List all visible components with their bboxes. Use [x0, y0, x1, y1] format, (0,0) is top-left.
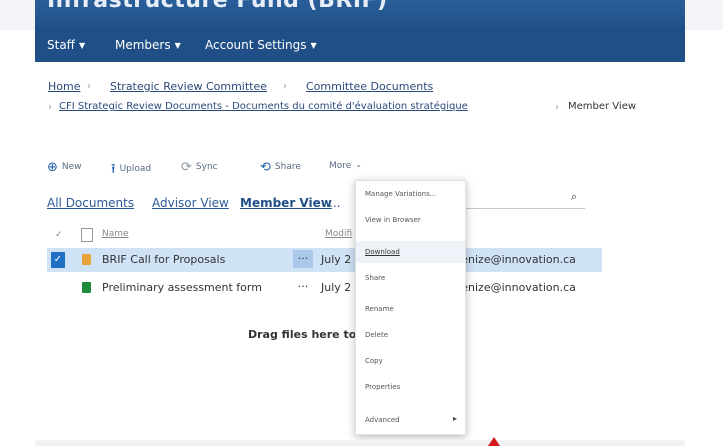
file-name[interactable]: BRIF Call for Proposals [102, 253, 225, 266]
menu-manage-variations[interactable]: Manage Variations... [356, 183, 465, 205]
top-navigation: Staff ▼ Members ▼ Account Settings ▼ [35, 30, 685, 62]
breadcrumb-cfi-documents[interactable]: CFI Strategic Review Documents - Documen… [59, 101, 468, 112]
menu-manage-variations-label: Manage Variations... [365, 190, 437, 198]
chevron-down-icon: ▼ [78, 41, 86, 50]
column-modified[interactable]: Modifi [325, 229, 352, 239]
check-icon: ✓ [55, 230, 63, 240]
nav-staff[interactable]: Staff ▼ [47, 38, 85, 52]
breadcrumb-separator: › [87, 81, 91, 92]
menu-download-label: Download [365, 248, 400, 256]
context-menu: Manage Variations... View in Browser Dow… [355, 180, 466, 435]
column-name[interactable]: Name [102, 229, 129, 239]
more-button[interactable]: More ⌄ [329, 160, 362, 171]
breadcrumb-separator: › [283, 81, 287, 92]
footer-strip [35, 440, 685, 446]
menu-share-label: Share [365, 274, 386, 282]
table-row[interactable]: Preliminary assessment form ··· July 2 J… [47, 276, 602, 300]
nav-account-settings-label: Account Settings [205, 38, 307, 52]
file-modified: July 2 [321, 281, 352, 294]
file-modified-by: Jenize@innovation.ca [458, 281, 576, 294]
check-icon[interactable]: ✓ [51, 252, 65, 268]
upload-label: Upload [119, 164, 152, 174]
file-name[interactable]: Preliminary assessment form [102, 281, 262, 294]
view-advisor[interactable]: Advisor View [152, 196, 229, 210]
views-more[interactable]: ... [329, 196, 340, 210]
share-button[interactable]: ⟲ Share [260, 160, 301, 175]
maple-leaf-icon [488, 437, 500, 446]
more-options-button[interactable]: ··· [293, 278, 313, 296]
more-label: More [329, 161, 352, 171]
menu-advanced[interactable]: Advanced ▸ [356, 409, 465, 431]
menu-properties-label: Properties [365, 383, 401, 391]
menu-rename-label: Rename [365, 305, 394, 313]
menu-share[interactable]: Share [356, 267, 465, 289]
new-button[interactable]: ⊕ New [47, 160, 82, 175]
menu-delete[interactable]: Delete [356, 324, 465, 346]
search-input[interactable]: ⌕ [465, 188, 585, 209]
menu-copy[interactable]: Copy [356, 350, 465, 372]
menu-view-in-browser-label: View in Browser [365, 216, 421, 224]
new-label: New [61, 162, 82, 172]
view-all-documents[interactable]: All Documents [47, 196, 134, 210]
excel-icon [82, 282, 91, 293]
sync-label: Sync [195, 162, 218, 172]
share-icon: ⟲ [260, 160, 271, 175]
menu-copy-label: Copy [365, 357, 383, 365]
nav-staff-label: Staff [47, 38, 75, 52]
file-modified: July 2 [321, 253, 352, 266]
menu-view-in-browser[interactable]: View in Browser [356, 209, 465, 231]
menu-download[interactable]: Download [356, 241, 465, 263]
drop-zone-hint: Drag files here to [248, 328, 357, 341]
chevron-down-icon: ▼ [174, 41, 181, 50]
upload-icon: ⭱ [111, 162, 116, 177]
sync-button[interactable]: ⟳ Sync [181, 160, 218, 175]
breadcrumb: Home › Strategic Review Committee › Comm… [35, 62, 685, 132]
breadcrumb-member-view: Member View [568, 101, 637, 112]
share-label: Share [274, 162, 301, 172]
sync-icon: ⟳ [181, 160, 192, 175]
file-modified-by: Jenize@innovation.ca [458, 253, 576, 266]
nav-members-label: Members [115, 38, 171, 52]
search-icon: ⌕ [570, 190, 577, 203]
more-options-button[interactable]: ··· [293, 250, 313, 268]
chevron-down-icon: ⌄ [355, 160, 363, 169]
upload-button[interactable]: ⭱ Upload [111, 160, 151, 182]
chevron-down-icon: ▼ [310, 41, 317, 50]
breadcrumb-separator: › [555, 102, 559, 113]
nav-members[interactable]: Members ▼ [115, 38, 181, 52]
breadcrumb-strategic-review[interactable]: Strategic Review Committee [110, 80, 267, 93]
chevron-right-icon: ▸ [452, 414, 457, 423]
add-circle-icon: ⊕ [47, 160, 58, 175]
breadcrumb-home[interactable]: Home [48, 80, 80, 93]
view-member[interactable]: Member View [240, 196, 332, 210]
breadcrumb-separator: › [48, 102, 52, 113]
pdf-icon [82, 254, 91, 265]
site-banner: Infrastructure Fund (BRIF) [35, 0, 685, 30]
breadcrumb-committee-documents[interactable]: Committee Documents [306, 80, 433, 93]
menu-rename[interactable]: Rename [356, 298, 465, 320]
menu-advanced-label: Advanced [365, 416, 400, 424]
menu-properties[interactable]: Properties [356, 376, 465, 398]
list-header: ✓ Name Modifi [47, 228, 602, 244]
file-type-icon [81, 228, 93, 242]
site-title: Infrastructure Fund (BRIF) [47, 0, 388, 13]
nav-account-settings[interactable]: Account Settings ▼ [205, 38, 317, 52]
menu-delete-label: Delete [365, 331, 388, 339]
table-row[interactable]: ✓ BRIF Call for Proposals ··· July 2 Jen… [47, 248, 602, 272]
